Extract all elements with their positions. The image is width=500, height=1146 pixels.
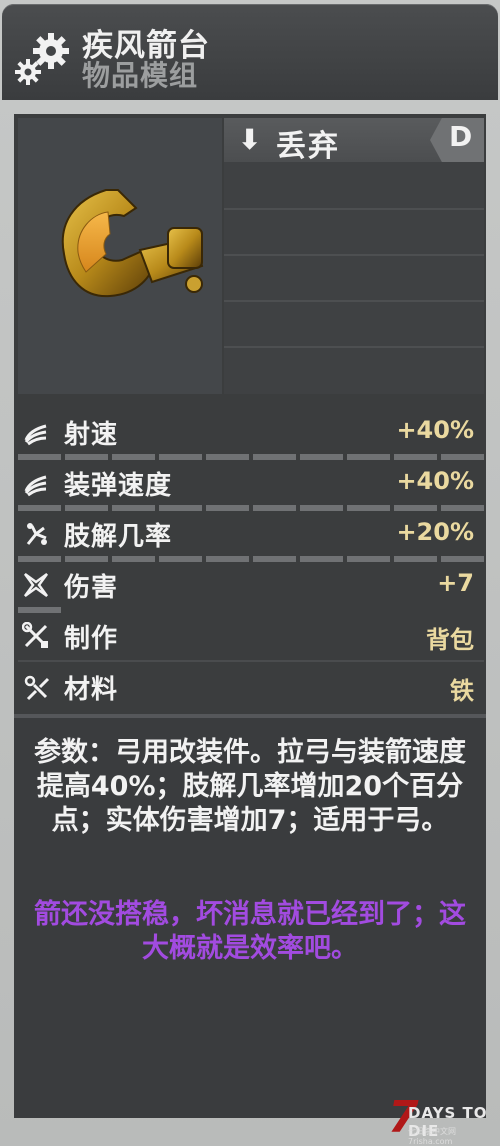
bow-mod-item-icon xyxy=(61,189,204,298)
stat-value: +20% xyxy=(396,518,474,546)
stat-separator-bar xyxy=(18,556,484,562)
7-days-to-die-logo: 7 DAYS TO DIE 七日杀中文网7risha.com xyxy=(388,1092,500,1146)
stat-divider xyxy=(18,660,484,662)
item-preview xyxy=(18,118,222,394)
damage-icon xyxy=(23,572,49,598)
drop-arrow-icon: ⬇ xyxy=(238,123,262,156)
materials-icon xyxy=(24,675,50,701)
dismember-icon xyxy=(26,523,47,545)
stat-separator-bar xyxy=(18,400,484,406)
stat-value: +40% xyxy=(396,416,474,444)
stat-separator-bar xyxy=(18,505,484,511)
stat-label: 肢解几率 xyxy=(64,522,173,552)
stat-row-reload-speed: 装弹速度 +40% xyxy=(18,461,484,505)
stat-value: +40% xyxy=(396,467,474,495)
stat-value: 铁 xyxy=(450,677,474,705)
stat-label: 装弹速度 xyxy=(64,471,173,501)
crafting-tools-icon xyxy=(22,622,48,648)
stat-row-crafting: 制作 背包 xyxy=(18,614,484,658)
fire-rate-icon xyxy=(24,424,47,446)
stat-separator-bar xyxy=(18,454,484,460)
item-info-panel: 疾风箭台 物品模组 ⬇ 丢弃 D 射速 +40% 装弹速度 +40% 肢解几率 … xyxy=(0,0,500,1146)
stat-row-fire-rate: 射速 +40% xyxy=(18,410,484,454)
stat-value: 背包 xyxy=(426,626,474,654)
stat-value: +7 xyxy=(437,569,474,597)
gear-small-icon xyxy=(15,59,41,85)
action-slot-divider xyxy=(224,300,484,302)
drop-key-label: D xyxy=(449,120,473,153)
item-header xyxy=(2,4,498,100)
stat-label: 射速 xyxy=(64,420,119,450)
action-slot-divider xyxy=(224,254,484,256)
action-slot-divider xyxy=(224,346,484,348)
flavor-text: 箭还没搭稳，坏消息就已经到了；这大概就是效率吧。 xyxy=(34,899,466,964)
reload-speed-icon xyxy=(24,475,47,497)
stat-label: 制作 xyxy=(64,624,119,654)
stat-separator-bar xyxy=(18,607,484,613)
stat-row-materials: 材料 铁 xyxy=(18,665,484,709)
stat-row-damage: 伤害 +7 xyxy=(18,563,484,607)
item-description: 参数：弓用改装件。拉弓与装箭速度提高40%；肢解几率增加20个百分点；实体伤害增… xyxy=(34,737,466,836)
stat-row-dismember: 肢解几率 +20% xyxy=(18,512,484,556)
item-category: 物品模组 xyxy=(82,59,199,92)
stat-label: 材料 xyxy=(64,675,119,705)
action-slot-divider xyxy=(224,208,484,210)
stat-label: 伤害 xyxy=(64,573,119,603)
drop-label: 丢弃 xyxy=(276,129,340,164)
logo-subtext: 七日杀中文网7risha.com xyxy=(408,1127,456,1146)
